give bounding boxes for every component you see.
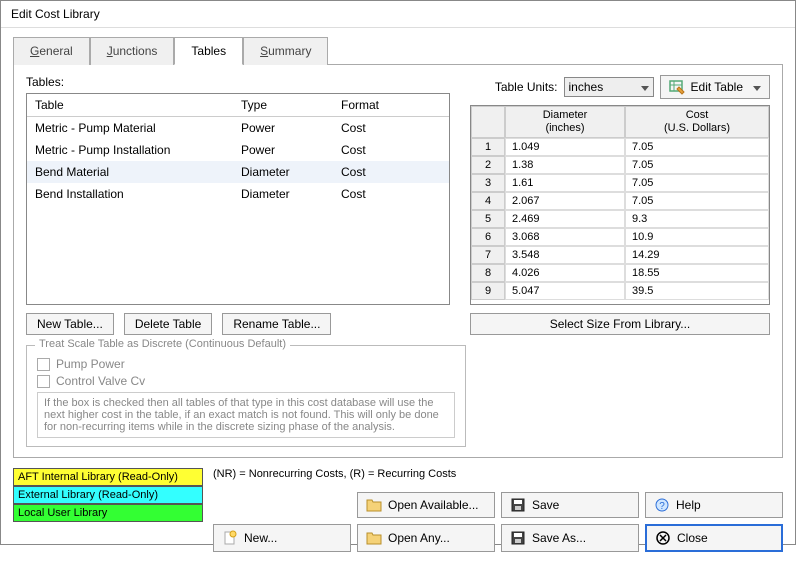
select-size-button[interactable]: Select Size From Library... <box>470 313 770 335</box>
new-file-icon <box>222 530 238 546</box>
discrete-fieldset: Treat Scale Table as Discrete (Continuou… <box>26 345 466 447</box>
table-type: Power <box>241 143 341 157</box>
grid-row-index: 6 <box>471 228 505 246</box>
tab-summary[interactable]: Summary <box>243 37 328 65</box>
pump-power-label: Pump Power <box>56 357 125 371</box>
folder-open-icon <box>366 497 382 513</box>
table-row[interactable]: Metric - Pump MaterialPowerCost <box>27 117 449 139</box>
grid-cell-cost[interactable]: 7.05 <box>625 156 769 174</box>
delete-table-button[interactable]: Delete Table <box>124 313 213 335</box>
cost-legend-note: (NR) = Nonrecurring Costs, (R) = Recurri… <box>213 468 783 480</box>
grid-header-diameter: Diameter(inches) <box>505 106 625 138</box>
grid-cell-cost[interactable]: 7.05 <box>625 192 769 210</box>
close-icon <box>655 530 671 546</box>
grid-row-index: 3 <box>471 174 505 192</box>
table-format: Cost <box>341 187 441 201</box>
control-valve-checkbox <box>37 375 50 388</box>
table-type: Diameter <box>241 187 341 201</box>
table-format: Cost <box>341 165 441 179</box>
grid-cell-diameter[interactable]: 3.068 <box>505 228 625 246</box>
open-available-button[interactable]: Open Available... <box>357 492 495 518</box>
rename-table-button[interactable]: Rename Table... <box>222 313 331 335</box>
discrete-legend: Treat Scale Table as Discrete (Continuou… <box>35 338 290 350</box>
table-name: Bend Material <box>35 165 241 179</box>
chevron-down-icon <box>749 80 761 94</box>
tab-bar: General Junctions Tables Summary <box>13 36 783 65</box>
edit-table-button[interactable]: Edit Table <box>660 75 770 99</box>
col-format: Format <box>341 98 441 112</box>
grid-cell-cost[interactable]: 7.05 <box>625 138 769 156</box>
lib-local: Local User Library <box>13 504 203 522</box>
new-button[interactable]: New... <box>213 524 351 552</box>
table-format: Cost <box>341 121 441 135</box>
lib-aft: AFT Internal Library (Read-Only) <box>13 468 203 486</box>
table-units-label: Table Units: <box>495 80 558 94</box>
grid-cell-diameter[interactable]: 1.049 <box>505 138 625 156</box>
grid-cell-diameter[interactable]: 1.38 <box>505 156 625 174</box>
lib-external: External Library (Read-Only) <box>13 486 203 504</box>
table-name: Metric - Pump Material <box>35 121 241 135</box>
tables-label: Tables: <box>26 75 450 89</box>
tab-tables[interactable]: Tables <box>174 37 243 65</box>
svg-text:?: ? <box>659 501 665 512</box>
grid-cell-cost[interactable]: 10.9 <box>625 228 769 246</box>
grid-cell-diameter[interactable]: 3.548 <box>505 246 625 264</box>
table-name: Metric - Pump Installation <box>35 143 241 157</box>
tables-list[interactable]: Table Type Format Metric - Pump Material… <box>26 93 450 305</box>
table-format: Cost <box>341 143 441 157</box>
grid-header-index <box>471 106 505 138</box>
table-type: Diameter <box>241 165 341 179</box>
grid-cell-cost[interactable]: 14.29 <box>625 246 769 264</box>
help-icon: ? <box>654 497 670 513</box>
table-row[interactable]: Bend MaterialDiameterCost <box>27 161 449 183</box>
grid-row-index: 7 <box>471 246 505 264</box>
new-table-button[interactable]: New Table... <box>26 313 114 335</box>
library-legend: AFT Internal Library (Read-Only) Externa… <box>13 468 203 522</box>
col-table: Table <box>35 98 241 112</box>
tab-general[interactable]: General <box>13 37 90 65</box>
close-button[interactable]: Close <box>645 524 783 552</box>
save-button[interactable]: Save <box>501 492 639 518</box>
table-name: Bend Installation <box>35 187 241 201</box>
chevron-down-icon <box>637 80 649 94</box>
control-valve-label: Control Valve Cv <box>56 374 145 388</box>
grid-row-index: 4 <box>471 192 505 210</box>
table-edit-icon <box>669 79 685 95</box>
grid-row-index: 2 <box>471 156 505 174</box>
grid-cell-diameter[interactable]: 2.469 <box>505 210 625 228</box>
grid-row-index: 9 <box>471 282 505 300</box>
folder-icon <box>366 530 382 546</box>
grid-row-index: 1 <box>471 138 505 156</box>
table-units-select[interactable]: inches <box>564 77 654 97</box>
grid-cell-cost[interactable]: 9.3 <box>625 210 769 228</box>
table-row[interactable]: Bend InstallationDiameterCost <box>27 183 449 205</box>
save-icon <box>510 497 526 513</box>
grid-row-index: 8 <box>471 264 505 282</box>
col-type: Type <box>241 98 341 112</box>
save-as-button[interactable]: Save As... <box>501 524 639 552</box>
help-button[interactable]: ? Help <box>645 492 783 518</box>
pump-power-checkbox <box>37 358 50 371</box>
table-row[interactable]: Metric - Pump InstallationPowerCost <box>27 139 449 161</box>
save-as-icon <box>510 530 526 546</box>
grid-cell-cost[interactable]: 39.5 <box>625 282 769 300</box>
discrete-note: If the box is checked then all tables of… <box>37 392 455 438</box>
window-title: Edit Cost Library <box>1 1 795 28</box>
grid-cell-diameter[interactable]: 5.047 <box>505 282 625 300</box>
grid-cell-diameter[interactable]: 1.61 <box>505 174 625 192</box>
open-any-button[interactable]: Open Any... <box>357 524 495 552</box>
tab-junctions[interactable]: Junctions <box>90 37 175 65</box>
cost-grid[interactable]: Diameter(inches)Cost(U.S. Dollars) 11.049… <box>470 105 770 305</box>
grid-cell-diameter[interactable]: 4.026 <box>505 264 625 282</box>
grid-cell-diameter[interactable]: 2.067 <box>505 192 625 210</box>
grid-row-index: 5 <box>471 210 505 228</box>
grid-header-cost: Cost(U.S. Dollars) <box>625 106 769 138</box>
grid-cell-cost[interactable]: 18.55 <box>625 264 769 282</box>
table-type: Power <box>241 121 341 135</box>
grid-cell-cost[interactable]: 7.05 <box>625 174 769 192</box>
